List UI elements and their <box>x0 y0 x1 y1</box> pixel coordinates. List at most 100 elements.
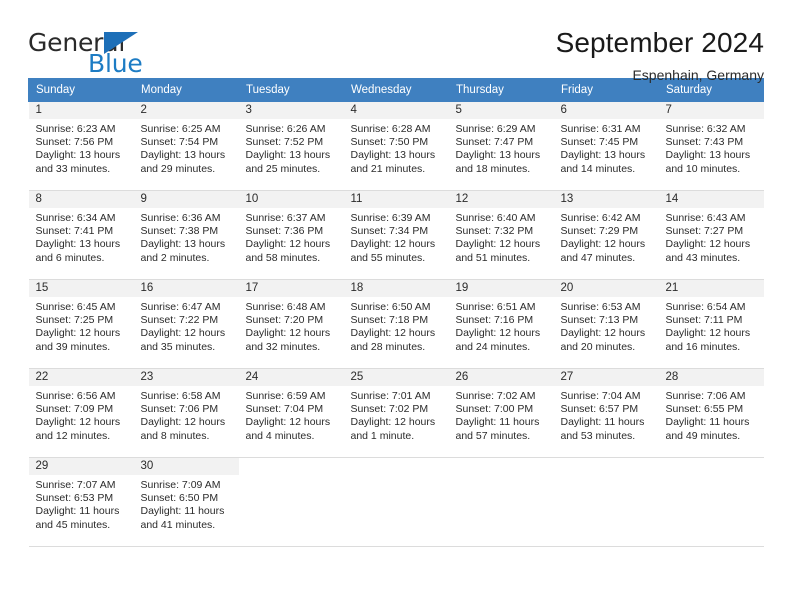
day-cell[interactable]: 12 Sunrise: 6:40 AM Sunset: 7:32 PM Dayligh… <box>448 191 554 279</box>
calendar-cell: 28 Sunrise: 7:06 AM Sunset: 6:55 PM Dayligh… <box>658 368 764 458</box>
day-cell-empty <box>553 458 659 546</box>
day-details: Sunrise: 6:39 AM Sunset: 7:34 PM Daylight:… <box>344 208 449 265</box>
calendar-body: 1 Sunrise: 6:23 AM Sunset: 7:56 PM Daylight… <box>28 101 764 547</box>
day-cell[interactable]: 8 Sunrise: 6:34 AM Sunset: 7:41 PM Daylight… <box>28 191 134 279</box>
calendar-cell: 6 Sunrise: 6:31 AM Sunset: 7:45 PM Daylight… <box>553 101 659 191</box>
brand-logo[interactable]: General Blue <box>28 26 158 78</box>
day-details: Sunrise: 6:37 AM Sunset: 7:36 PM Daylight:… <box>239 208 344 265</box>
day-number: 12 <box>448 191 554 208</box>
day-cell[interactable]: 16 Sunrise: 6:47 AM Sunset: 7:22 PM Dayligh… <box>133 280 239 368</box>
sunrise-text: Sunrise: 7:07 AM <box>35 479 116 491</box>
day-cell[interactable]: 27 Sunrise: 7:04 AM Sunset: 6:57 PM Dayligh… <box>553 369 659 457</box>
calendar-week-row: 22 Sunrise: 6:56 AM Sunset: 7:09 PM Dayligh… <box>28 368 764 458</box>
sunset-text: Sunset: 7:16 PM <box>455 314 534 327</box>
sunset-text: Sunset: 7:27 PM <box>665 225 744 238</box>
daylight-text-line2: and 32 minutes. <box>245 340 321 353</box>
day-number: 17 <box>238 280 344 297</box>
day-cell[interactable]: 5 Sunrise: 6:29 AM Sunset: 7:47 PM Daylight… <box>448 102 554 190</box>
day-cell[interactable]: 20 Sunrise: 6:53 AM Sunset: 7:13 PM Dayligh… <box>553 280 659 368</box>
sunrise-text: Sunrise: 6:50 AM <box>350 301 431 313</box>
day-cell[interactable]: 25 Sunrise: 7:01 AM Sunset: 7:02 PM Dayligh… <box>343 369 449 457</box>
sunrise-text: Sunrise: 6:58 AM <box>140 390 221 402</box>
daylight-text-line1: Daylight: 12 hours <box>665 238 751 251</box>
sunset-text: Sunset: 6:50 PM <box>140 492 219 505</box>
sunrise-text: Sunrise: 6:42 AM <box>560 212 641 224</box>
day-details: Sunrise: 6:48 AM Sunset: 7:20 PM Daylight:… <box>239 297 344 354</box>
day-cell[interactable]: 24 Sunrise: 6:59 AM Sunset: 7:04 PM Dayligh… <box>238 369 344 457</box>
day-cell[interactable]: 17 Sunrise: 6:48 AM Sunset: 7:20 PM Dayligh… <box>238 280 344 368</box>
calendar-cell: 4 Sunrise: 6:28 AM Sunset: 7:50 PM Daylight… <box>343 101 449 191</box>
daylight-text-line2: and 8 minutes. <box>140 429 210 442</box>
sunset-text: Sunset: 7:34 PM <box>350 225 429 238</box>
day-cell[interactable]: 22 Sunrise: 6:56 AM Sunset: 7:09 PM Dayligh… <box>28 369 134 457</box>
day-cell[interactable]: 18 Sunrise: 6:50 AM Sunset: 7:18 PM Dayligh… <box>343 280 449 368</box>
day-cell[interactable]: 4 Sunrise: 6:28 AM Sunset: 7:50 PM Daylight… <box>343 102 449 190</box>
day-cell[interactable]: 10 Sunrise: 6:37 AM Sunset: 7:36 PM Dayligh… <box>238 191 344 279</box>
sunset-text: Sunset: 7:25 PM <box>35 314 114 327</box>
calendar-cell: 10 Sunrise: 6:37 AM Sunset: 7:36 PM Dayligh… <box>238 190 344 280</box>
daylight-text-line2: and 16 minutes. <box>665 340 741 353</box>
daylight-text-line2: and 24 minutes. <box>455 340 531 353</box>
day-cell[interactable]: 21 Sunrise: 6:54 AM Sunset: 7:11 PM Dayligh… <box>658 280 764 368</box>
daylight-text-line1: Daylight: 12 hours <box>350 238 436 251</box>
sunset-text: Sunset: 7:41 PM <box>35 225 114 238</box>
day-cell[interactable]: 13 Sunrise: 6:42 AM Sunset: 7:29 PM Dayligh… <box>553 191 659 279</box>
day-cell[interactable]: 23 Sunrise: 6:58 AM Sunset: 7:06 PM Dayligh… <box>133 369 239 457</box>
daylight-text-line1: Daylight: 12 hours <box>35 416 121 429</box>
day-details: Sunrise: 6:42 AM Sunset: 7:29 PM Daylight:… <box>554 208 659 265</box>
day-cell[interactable]: 29 Sunrise: 7:07 AM Sunset: 6:53 PM Dayligh… <box>28 458 134 546</box>
daylight-text-line1: Daylight: 12 hours <box>35 327 121 340</box>
calendar-cell: 5 Sunrise: 6:29 AM Sunset: 7:47 PM Daylight… <box>448 101 554 191</box>
calendar-cell: 24 Sunrise: 6:59 AM Sunset: 7:04 PM Dayligh… <box>238 368 344 458</box>
sunset-text: Sunset: 7:00 PM <box>455 403 534 416</box>
day-number: 30 <box>133 458 239 475</box>
calendar-cell: 21 Sunrise: 6:54 AM Sunset: 7:11 PM Dayligh… <box>658 279 764 369</box>
day-number: 1 <box>28 102 134 119</box>
day-details: Sunrise: 6:50 AM Sunset: 7:18 PM Daylight:… <box>344 297 449 354</box>
day-cell[interactable]: 9 Sunrise: 6:36 AM Sunset: 7:38 PM Daylight… <box>133 191 239 279</box>
day-number: 28 <box>658 369 764 386</box>
daylight-text-line1: Daylight: 12 hours <box>560 238 646 251</box>
daylight-text-line2: and 39 minutes. <box>35 340 111 353</box>
daylight-text-line1: Daylight: 12 hours <box>350 416 436 429</box>
day-cell-empty <box>448 458 554 546</box>
day-cell[interactable]: 30 Sunrise: 7:09 AM Sunset: 6:50 PM Dayligh… <box>133 458 239 546</box>
calendar-cell: 13 Sunrise: 6:42 AM Sunset: 7:29 PM Dayligh… <box>553 190 659 280</box>
calendar-cell: 15 Sunrise: 6:45 AM Sunset: 7:25 PM Dayligh… <box>28 279 134 369</box>
day-cell[interactable]: 15 Sunrise: 6:45 AM Sunset: 7:25 PM Dayligh… <box>28 280 134 368</box>
day-details: Sunrise: 7:09 AM Sunset: 6:50 PM Daylight:… <box>134 475 239 532</box>
day-number <box>239 458 344 475</box>
sunset-text: Sunset: 7:47 PM <box>455 136 534 149</box>
daylight-text-line2: and 47 minutes. <box>560 251 636 264</box>
daylight-text-line2: and 41 minutes. <box>140 518 216 531</box>
day-cell[interactable]: 11 Sunrise: 6:39 AM Sunset: 7:34 PM Dayligh… <box>343 191 449 279</box>
daylight-text-line2: and 55 minutes. <box>350 251 426 264</box>
daylight-text-line1: Daylight: 13 hours <box>350 149 436 162</box>
day-number: 16 <box>133 280 239 297</box>
day-cell[interactable]: 6 Sunrise: 6:31 AM Sunset: 7:45 PM Daylight… <box>553 102 659 190</box>
day-number: 11 <box>343 191 449 208</box>
day-cell[interactable]: 1 Sunrise: 6:23 AM Sunset: 7:56 PM Daylight… <box>28 102 134 190</box>
day-cell[interactable]: 28 Sunrise: 7:06 AM Sunset: 6:55 PM Dayligh… <box>658 369 764 457</box>
daylight-text-line1: Daylight: 13 hours <box>245 149 331 162</box>
day-cell[interactable]: 19 Sunrise: 6:51 AM Sunset: 7:16 PM Dayligh… <box>448 280 554 368</box>
day-details: Sunrise: 6:25 AM Sunset: 7:54 PM Daylight:… <box>134 119 239 176</box>
day-number <box>554 458 659 475</box>
day-number: 24 <box>238 369 344 386</box>
day-cell[interactable]: 3 Sunrise: 6:26 AM Sunset: 7:52 PM Daylight… <box>238 102 344 190</box>
daylight-text-line2: and 29 minutes. <box>140 162 216 175</box>
day-cell[interactable]: 14 Sunrise: 6:43 AM Sunset: 7:27 PM Dayligh… <box>658 191 764 279</box>
day-details: Sunrise: 6:28 AM Sunset: 7:50 PM Daylight:… <box>344 119 449 176</box>
day-cell[interactable]: 26 Sunrise: 7:02 AM Sunset: 7:00 PM Dayligh… <box>448 369 554 457</box>
sunrise-text: Sunrise: 6:48 AM <box>245 301 326 313</box>
sunset-text: Sunset: 7:32 PM <box>455 225 534 238</box>
day-cell[interactable]: 7 Sunrise: 6:32 AM Sunset: 7:43 PM Daylight… <box>658 102 764 190</box>
daylight-text-line2: and 14 minutes. <box>560 162 636 175</box>
calendar-cell: 2 Sunrise: 6:25 AM Sunset: 7:54 PM Daylight… <box>133 101 239 191</box>
day-number: 29 <box>28 458 134 475</box>
daylight-text-line2: and 21 minutes. <box>350 162 426 175</box>
sunrise-text: Sunrise: 7:06 AM <box>665 390 746 402</box>
day-cell[interactable]: 2 Sunrise: 6:25 AM Sunset: 7:54 PM Daylight… <box>133 102 239 190</box>
daylight-text-line2: and 49 minutes. <box>665 429 741 442</box>
calendar-cell: 26 Sunrise: 7:02 AM Sunset: 7:00 PM Dayligh… <box>448 368 554 458</box>
